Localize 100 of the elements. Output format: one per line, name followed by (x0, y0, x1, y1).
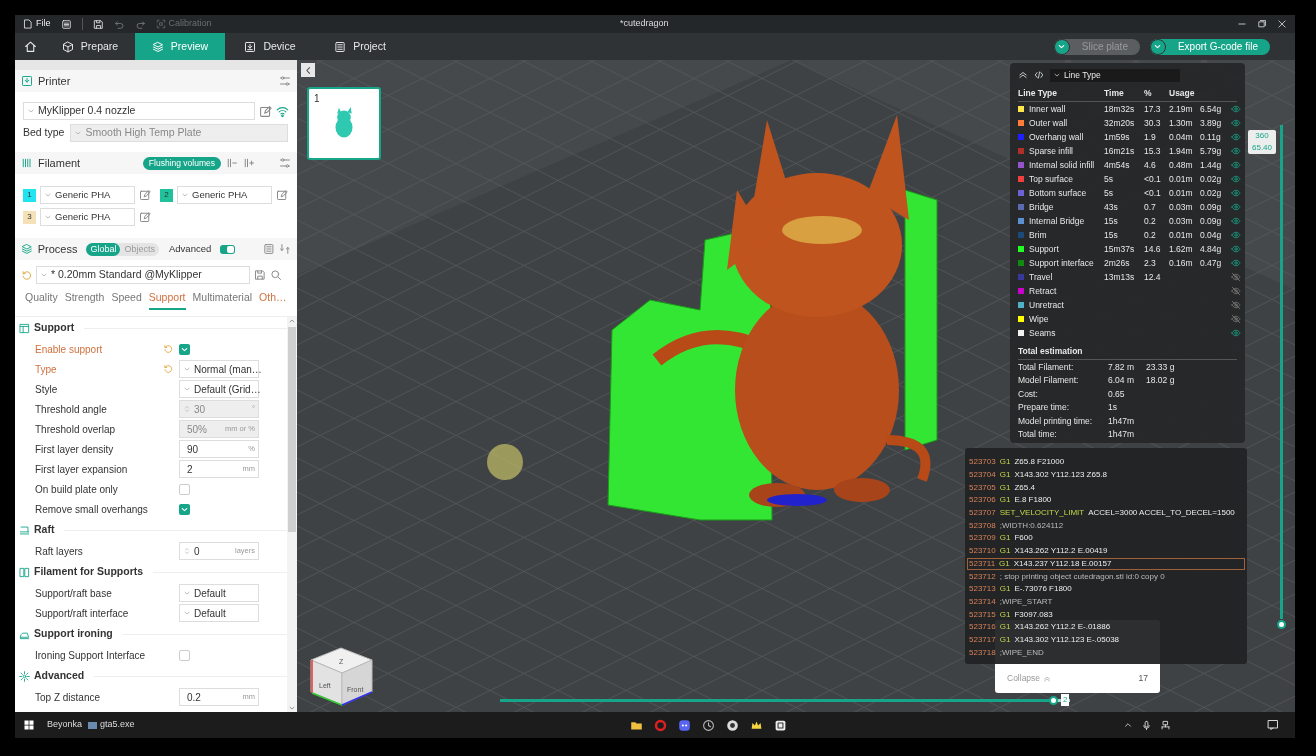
settings-tab[interactable]: Speed (111, 290, 142, 310)
eye-icon[interactable] (1231, 174, 1241, 184)
setting-select[interactable]: Normal (man… (179, 360, 259, 378)
close-icon[interactable] (1277, 19, 1287, 29)
edit-icon[interactable] (139, 211, 151, 223)
controller-icon[interactable] (678, 718, 692, 732)
notification-icon[interactable] (1267, 719, 1279, 731)
settings-tab[interactable]: Multimaterial (192, 290, 253, 310)
scrollbar[interactable] (287, 317, 297, 712)
circle-app-icon[interactable] (726, 718, 740, 732)
eye-icon[interactable] (1231, 104, 1241, 114)
layer-slider-thumb[interactable] (1277, 620, 1286, 629)
layer-slider-fill[interactable] (1280, 125, 1283, 619)
menu-icon[interactable] (60, 18, 72, 30)
setting-select[interactable]: Default (179, 604, 259, 622)
clock-icon[interactable] (702, 718, 716, 732)
eye-icon[interactable] (1231, 146, 1241, 156)
gcode-line[interactable]: 523714 ;WIPE_START (967, 595, 1245, 609)
reset-icon[interactable] (163, 364, 173, 374)
eye-icon[interactable] (1231, 188, 1241, 198)
move-slider-thumb[interactable] (1048, 696, 1058, 705)
settings-tab[interactable]: Support (148, 290, 186, 310)
redo-icon[interactable] (134, 18, 146, 30)
eye-icon[interactable] (1231, 202, 1241, 212)
gcode-line[interactable]: 523710 G1 X143.262 Y112.2 E.00419 (967, 544, 1245, 558)
collapse-sidebar-button[interactable] (301, 63, 315, 77)
checkbox[interactable] (179, 503, 190, 515)
crown-icon[interactable] (750, 718, 764, 732)
checkbox[interactable] (179, 343, 190, 355)
checkbox[interactable] (179, 483, 190, 495)
eye-icon[interactable] (1231, 258, 1241, 268)
windows-icon[interactable] (23, 719, 35, 731)
process-preset-select[interactable]: * 0.20mm Standard @MyKlipper (36, 266, 250, 284)
preset-list-icon[interactable] (262, 243, 275, 255)
gcode-line[interactable]: 523717 G1 X143.302 Y112.123 E-.05038 (967, 633, 1245, 647)
view-type-select[interactable]: Line Type (1050, 68, 1180, 82)
collapse-icon[interactable] (1018, 70, 1028, 80)
microphone-icon[interactable] (1141, 719, 1152, 731)
gcode-line[interactable]: 523705 G1 Z65.4 (967, 481, 1245, 495)
eye-crossed-icon[interactable] (1231, 300, 1241, 310)
caret-icon (181, 191, 189, 199)
eye-icon[interactable] (1231, 118, 1241, 128)
main-tab[interactable]: Project (315, 33, 405, 60)
compare-icon[interactable] (279, 243, 291, 255)
remove-filament-icon[interactable] (226, 157, 238, 169)
gcode-line[interactable]: 523715 G1 F3097.083 (967, 608, 1245, 621)
settings-tab[interactable]: Quality (25, 290, 58, 310)
filament-select[interactable]: Generic PHA (40, 208, 135, 226)
gcode-line[interactable]: 523706 G1 E.8 F1800 (967, 494, 1245, 507)
plate-thumbnail[interactable]: 1 (307, 87, 381, 160)
settings-icon[interactable] (279, 157, 291, 169)
settings-tab[interactable]: Oth… (259, 290, 287, 310)
edit-icon[interactable] (259, 104, 272, 118)
reset-icon[interactable] (163, 344, 173, 354)
settings-tab[interactable]: Strength (64, 290, 105, 310)
printer-select[interactable]: MyKlipper 0.4 nozzle (23, 102, 255, 120)
eye-icon[interactable] (1231, 328, 1241, 338)
eye-icon[interactable] (1231, 230, 1241, 240)
ring-icon[interactable] (654, 718, 668, 732)
maximize-icon[interactable] (1257, 19, 1267, 29)
setting-select[interactable]: Default (Grid… (179, 380, 259, 398)
undo-icon[interactable] (113, 18, 125, 30)
checkbox[interactable] (179, 649, 190, 661)
eye-crossed-icon[interactable] (1231, 286, 1241, 296)
taskbar-app[interactable]: gta5.exe (88, 718, 135, 732)
gcode-line[interactable]: 523713 G1 E-.73076 F1800 (967, 582, 1245, 596)
reset-icon[interactable] (21, 269, 32, 281)
filament-select[interactable]: Generic PHA (40, 186, 135, 204)
advanced-switch[interactable] (220, 244, 235, 254)
network-icon[interactable] (1160, 719, 1171, 731)
edit-icon[interactable] (276, 189, 288, 201)
add-filament-icon[interactable] (243, 157, 255, 169)
eye-crossed-icon[interactable] (1231, 314, 1241, 324)
eye-icon[interactable] (1231, 160, 1241, 170)
gcode-line[interactable]: 523704 G1 X143.302 Y112.123 Z65.8 (967, 468, 1245, 482)
setting-select[interactable]: Default (179, 584, 259, 602)
layer-height: 65.40 (1252, 142, 1272, 154)
gcode-line[interactable]: 523703 G1 Z65.8 F21000 (967, 456, 1245, 469)
eye-icon[interactable] (1231, 132, 1241, 142)
edit-icon[interactable] (139, 189, 151, 201)
gcode-line[interactable]: 523707 SET_VELOCITY_LIMIT ACCEL=3000 ACCEL_TO_DECEL=1500 (967, 506, 1245, 520)
settings-icon[interactable] (279, 75, 291, 87)
gcode-line[interactable]: 523718 ;WIPE_END (967, 646, 1245, 659)
code-icon[interactable] (1034, 70, 1044, 80)
gcode-line[interactable]: 523708 ;WIDTH:0.624112 (967, 519, 1245, 533)
wifi-icon[interactable] (276, 104, 289, 118)
gcode-line[interactable]: 523716 G1 X143.262 Y112.2 E-.01886 (967, 620, 1245, 634)
main-tab[interactable]: Device (225, 33, 315, 60)
gcode-line[interactable]: 523712 ; stop printing object cutedragon.stl id:0 copy 0 (967, 570, 1245, 583)
gcode-line[interactable]: 523709 G1 F600 (967, 532, 1245, 545)
eye-icon[interactable] (1231, 244, 1241, 254)
filament-select[interactable]: Generic PHA (177, 186, 272, 204)
file-menu[interactable]: File (23, 17, 51, 31)
caret-up-icon[interactable] (1123, 720, 1133, 730)
square-app-icon[interactable] (774, 718, 788, 732)
main-tab[interactable]: Prepare (45, 33, 135, 60)
eye-crossed-icon[interactable] (1231, 272, 1241, 282)
search-icon[interactable] (270, 269, 282, 281)
eye-icon[interactable] (1231, 216, 1241, 226)
line-number: 523711 (969, 557, 996, 570)
